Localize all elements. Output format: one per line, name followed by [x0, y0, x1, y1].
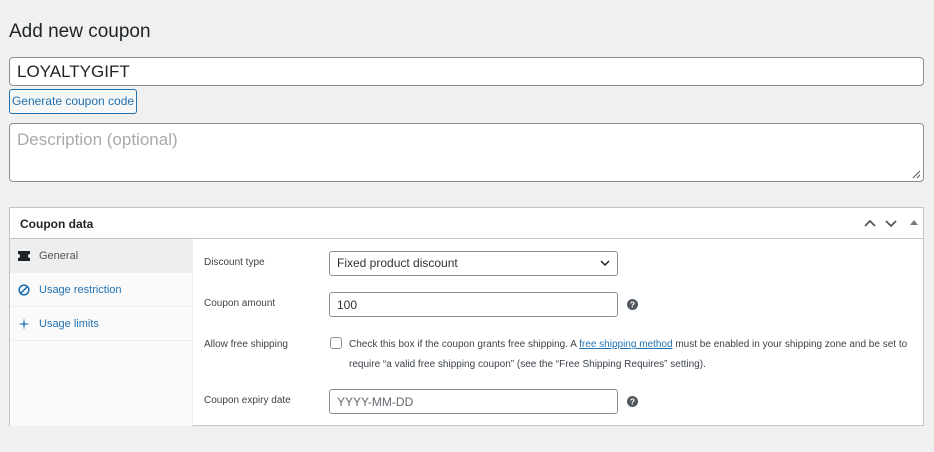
svg-text:?: ? — [630, 397, 635, 407]
resize-grip-icon[interactable] — [912, 170, 921, 179]
tab-label: Usage restriction — [39, 284, 122, 296]
general-fields: Discount type Fixed product discount Cou… — [193, 239, 923, 426]
free-shipping-method-link[interactable]: free shipping method — [579, 339, 672, 350]
coupon-amount-label: Coupon amount — [204, 298, 276, 309]
sparkle-icon — [18, 318, 30, 330]
chevron-up-icon[interactable] — [863, 215, 877, 231]
coupon-data-title: Coupon data — [20, 217, 94, 231]
svg-text:?: ? — [630, 300, 635, 310]
help-icon[interactable]: ? — [627, 396, 638, 407]
coupon-code-input[interactable] — [9, 57, 924, 86]
free-shipping-text-before: Check this box if the coupon grants free… — [349, 339, 580, 350]
help-icon[interactable]: ? — [627, 299, 638, 310]
free-shipping-checkbox[interactable] — [330, 337, 342, 349]
coupon-amount-input[interactable] — [329, 292, 618, 317]
tab-usage-limits[interactable]: Usage limits — [10, 307, 192, 341]
chevron-down-icon[interactable] — [884, 215, 898, 231]
tab-usage-restriction[interactable]: Usage restriction — [10, 273, 192, 307]
tab-general[interactable]: General — [10, 239, 192, 273]
coupon-description-textarea[interactable] — [9, 123, 924, 182]
discount-type-select[interactable]: Fixed product discount — [329, 251, 618, 276]
coupon-data-header: Coupon data — [10, 208, 923, 239]
block-icon — [18, 284, 30, 296]
coupon-data-panel: Coupon data General Usage restriction Us… — [9, 207, 924, 426]
free-shipping-description: Check this box if the coupon grants free… — [349, 335, 909, 375]
tab-label: Usage limits — [39, 318, 99, 330]
discount-type-value: Fixed product discount — [337, 256, 458, 270]
generate-coupon-code-button[interactable]: Generate coupon code — [9, 89, 137, 114]
coupon-data-tabs: General Usage restriction Usage limits — [10, 239, 193, 426]
discount-type-label: Discount type — [204, 257, 265, 268]
collapse-triangle-icon[interactable] — [907, 215, 921, 231]
expiry-date-input[interactable] — [329, 389, 618, 414]
page-title: Add new coupon — [9, 21, 151, 42]
chevron-down-icon — [600, 260, 610, 267]
tab-label: General — [39, 250, 79, 262]
expiry-date-label: Coupon expiry date — [204, 395, 291, 406]
free-shipping-label: Allow free shipping — [204, 339, 288, 350]
ticket-icon — [18, 251, 30, 261]
